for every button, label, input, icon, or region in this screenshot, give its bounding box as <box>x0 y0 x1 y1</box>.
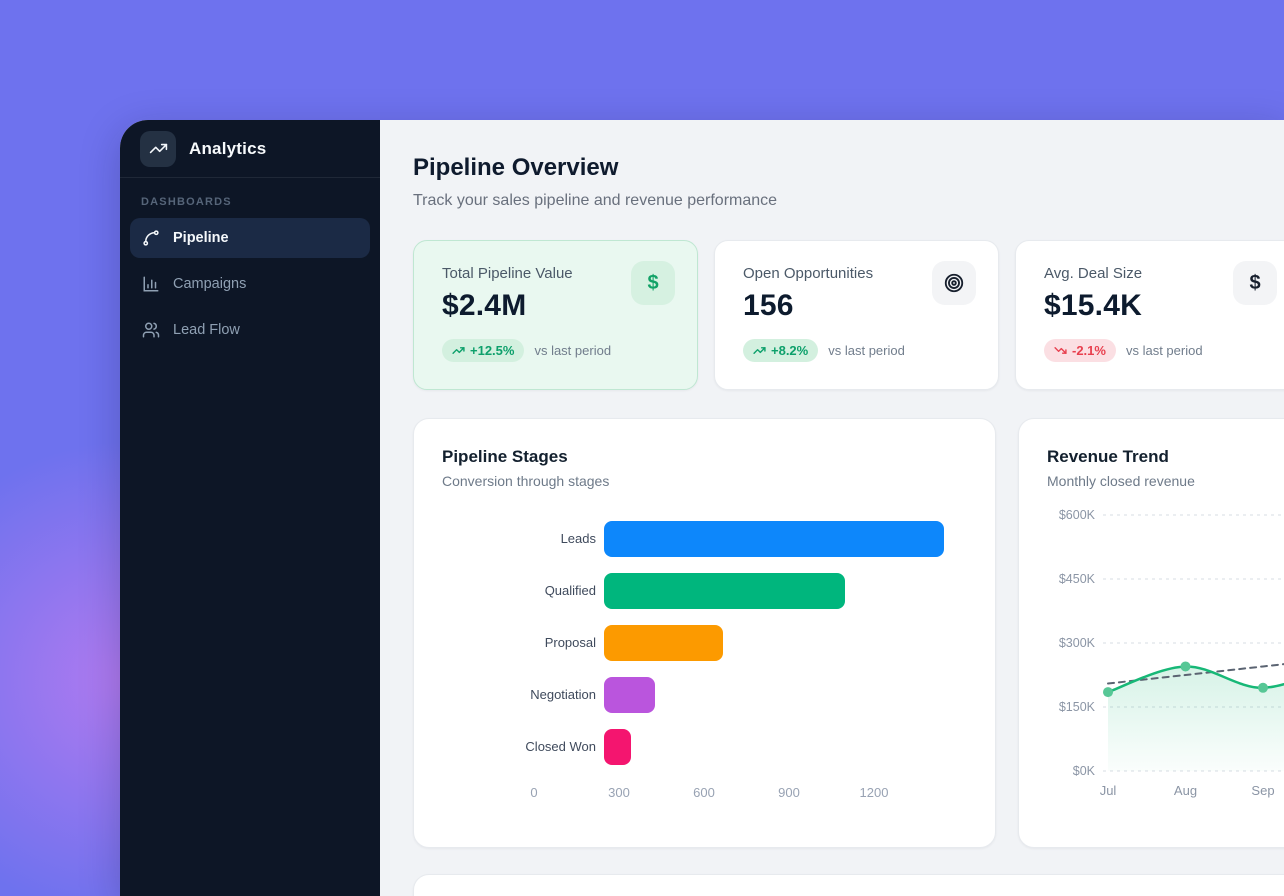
bar-chart-icon <box>142 275 160 293</box>
revenue-trend-subtitle: Monthly closed revenue <box>1047 473 1284 489</box>
delta-badge: +8.2% <box>743 339 818 362</box>
trending-up-icon <box>753 344 766 357</box>
stage-bar[interactable] <box>604 625 723 661</box>
data-point-dot[interactable] <box>1103 687 1113 697</box>
y-axis-label: $600K <box>1059 508 1096 522</box>
data-point-dot[interactable] <box>1181 661 1191 671</box>
stage-bar-track <box>604 729 944 765</box>
page-title: Pipeline Overview <box>413 154 1284 182</box>
sidebar-item-pipeline[interactable]: Pipeline <box>130 218 370 258</box>
kpi-footer: -2.1% vs last period <box>1044 339 1275 362</box>
x-axis-tick: 0 <box>530 785 537 800</box>
kpi-footer: +8.2% vs last period <box>743 339 974 362</box>
revenue-trend-chart: $0K $150K $300K $450K $600K Jul Aug Sep <box>1047 505 1284 805</box>
dollar-icon: $ <box>1233 261 1277 305</box>
kpi-row: Total Pipeline Value$2.4M$+12.5%vs last … <box>413 240 1284 390</box>
brand-name: Analytics <box>189 139 266 159</box>
stage-label: Negotiation <box>512 687 596 703</box>
stage-label: Closed Won <box>512 739 596 755</box>
x-axis-label: Jul <box>1100 783 1117 798</box>
pipeline-stages-subtitle: Conversion through stages <box>442 473 967 489</box>
delta-badge: -2.1% <box>1044 339 1116 362</box>
charts-row: Pipeline Stages Conversion through stage… <box>413 418 1284 848</box>
y-axis-label: $450K <box>1059 572 1096 586</box>
kpi-caption: vs last period <box>534 343 611 358</box>
delta-value: +8.2% <box>771 343 808 358</box>
stage-bar-track <box>604 573 944 609</box>
x-axis-tick: 600 <box>693 785 715 800</box>
x-axis-tick: 1200 <box>860 785 889 800</box>
users-icon <box>142 321 160 339</box>
pipeline-stages-chart: Leads Qualified Proposal Negotiation Closed … <box>512 521 967 765</box>
stage-row-negotiation: Negotiation <box>512 677 967 713</box>
trending-up-icon <box>140 131 176 167</box>
stage-label: Leads <box>512 531 596 547</box>
revenue-area-fill <box>1108 662 1284 771</box>
y-axis-label: $300K <box>1059 636 1096 650</box>
pipeline-stages-card: Pipeline Stages Conversion through stage… <box>413 418 996 848</box>
sidebar-item-campaigns[interactable]: Campaigns <box>130 264 370 304</box>
sidebar-item-label: Pipeline <box>173 230 229 246</box>
brand: Analytics <box>120 120 380 178</box>
delta-value: +12.5% <box>470 343 514 358</box>
y-axis-label: $0K <box>1073 764 1096 778</box>
delta-badge: +12.5% <box>442 339 524 362</box>
target-icon <box>932 261 976 305</box>
stage-label: Proposal <box>512 635 596 651</box>
delta-value: -2.1% <box>1072 343 1106 358</box>
stage-bar[interactable] <box>604 521 944 557</box>
page-subtitle: Track your sales pipeline and revenue pe… <box>413 192 1284 210</box>
sidebar: Analytics DASHBOARDS Pipeline Campaigns Le… <box>120 120 380 896</box>
trending-down-icon <box>1054 344 1067 357</box>
stage-bar[interactable] <box>604 729 631 765</box>
stage-bar-track <box>604 677 944 713</box>
stage-row-proposal: Proposal <box>512 625 967 661</box>
x-axis-label: Sep <box>1251 783 1274 798</box>
x-axis-tick: 900 <box>778 785 800 800</box>
app-window: Analytics DASHBOARDS Pipeline Campaigns Le… <box>120 120 1284 896</box>
sidebar-item-label: Lead Flow <box>173 322 240 338</box>
sidebar-item-label: Campaigns <box>173 276 246 292</box>
stage-row-closed-won: Closed Won <box>512 729 967 765</box>
kpi-footer: +12.5% vs last period <box>442 339 673 362</box>
y-axis-label: $150K <box>1059 700 1096 714</box>
main-content: Pipeline Overview Track your sales pipel… <box>380 120 1284 896</box>
stage-row-leads: Leads <box>512 521 967 557</box>
dollar-icon: $ <box>631 261 675 305</box>
sidebar-item-lead-flow[interactable]: Lead Flow <box>130 310 370 350</box>
kpi-card-total-pipeline-value: Total Pipeline Value$2.4M$+12.5%vs last … <box>413 240 698 390</box>
kpi-caption: vs last period <box>828 343 905 358</box>
x-axis-tick: 300 <box>608 785 630 800</box>
revenue-trend-card: Revenue Trend Monthly closed revenue $0K… <box>1018 418 1284 848</box>
x-axis-label: Aug <box>1174 783 1197 798</box>
stage-bar-track <box>604 625 944 661</box>
kpi-card-open-opportunities: Open Opportunities156+8.2%vs last period <box>714 240 999 390</box>
data-point-dot[interactable] <box>1258 683 1268 693</box>
pipeline-stages-x-axis: 03006009001200 <box>534 781 874 803</box>
sidebar-nav: Pipeline Campaigns Lead Flow <box>120 218 380 356</box>
stage-bar[interactable] <box>604 677 655 713</box>
stage-bar[interactable] <box>604 573 845 609</box>
revenue-trend-title: Revenue Trend <box>1047 447 1284 467</box>
kpi-caption: vs last period <box>1126 343 1203 358</box>
trending-up-icon <box>452 344 465 357</box>
stage-row-qualified: Qualified <box>512 573 967 609</box>
sidebar-section-label: DASHBOARDS <box>141 196 360 208</box>
kpi-card-avg-deal-size: Avg. Deal Size$15.4K$-2.1%vs last period <box>1015 240 1284 390</box>
pipeline-stages-title: Pipeline Stages <box>442 447 967 467</box>
bottom-card-partial <box>413 874 1284 896</box>
stage-label: Qualified <box>512 583 596 599</box>
stage-bar-track <box>604 521 944 557</box>
spline-icon <box>142 229 160 247</box>
